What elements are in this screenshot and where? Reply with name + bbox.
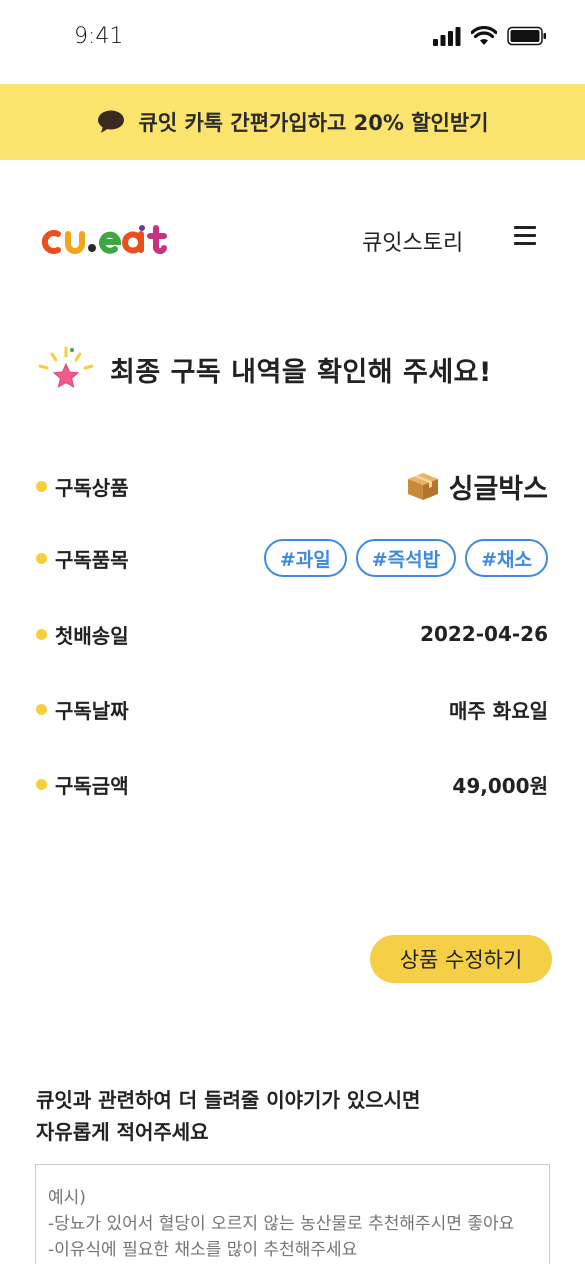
price-value: 49,000원 — [452, 773, 548, 798]
status-icons — [433, 26, 547, 46]
detail-row-schedule: 구독날짜 매주 화요일 — [36, 689, 548, 729]
bullet-dot — [36, 703, 47, 715]
detail-row-items: 구독품목 #과일 #즉석밥 #채소 — [36, 538, 548, 578]
bullet-dot — [36, 480, 47, 492]
hamburger-menu-icon[interactable] — [514, 226, 536, 248]
price-label-text: 구독금액 — [55, 773, 129, 798]
first-delivery-value: 2022-04-26 — [420, 622, 548, 646]
feedback-title-line2: 자유롭게 적어주세요 — [36, 1120, 209, 1144]
detail-row-first-delivery: 첫배송일 2022-04-26 — [36, 614, 548, 654]
wifi-icon — [471, 26, 497, 45]
box-icon — [407, 473, 438, 500]
feedback-textarea[interactable] — [35, 1164, 550, 1264]
tag-instant-rice[interactable]: #즉석밥 — [355, 539, 457, 577]
chat-bubble-icon — [97, 110, 124, 133]
cueat-logo[interactable] — [38, 220, 188, 260]
bullet-dot — [36, 778, 47, 790]
page-title: 최종 구독 내역을 확인해 주세요! — [110, 356, 492, 388]
status-bar: 9:41 — [0, 0, 585, 84]
detail-label-price: 구독금액 — [36, 770, 129, 799]
feedback-title-line1: 큐잇과 관련하여 더 들려줄 이야기가 있으시면 — [36, 1088, 421, 1112]
detail-row-product: 구독상품 싱글박스 — [36, 466, 548, 506]
item-tags: #과일 #즉석밥 #채소 — [263, 539, 548, 577]
signal-icon — [433, 27, 461, 46]
detail-label-schedule: 구독날짜 — [36, 695, 129, 724]
edit-product-button[interactable]: 상품 수정하기 — [370, 935, 552, 983]
feedback-title: 큐잇과 관련하여 더 들려줄 이야기가 있으시면 자유롭게 적어주세요 — [36, 1084, 420, 1148]
product-value: 싱글박스 — [405, 467, 548, 506]
detail-label-product: 구독상품 — [36, 472, 129, 501]
nav-story-link[interactable]: 큐잇스토리 — [362, 225, 463, 257]
page-title-block: 최종 구독 내역을 확인해 주세요! — [34, 344, 492, 394]
status-time: 9:41 — [74, 24, 124, 49]
product-value-text: 싱글박스 — [448, 473, 548, 505]
site-header: 큐잇스토리 — [0, 200, 585, 280]
tag-vegetable[interactable]: #채소 — [465, 539, 548, 577]
battery-icon — [507, 26, 546, 46]
bullet-dot — [36, 552, 47, 564]
product-label-text: 구독상품 — [55, 475, 129, 500]
tag-fruit[interactable]: #과일 — [263, 539, 347, 577]
kakao-signup-banner[interactable]: 큐잇 카톡 간편가입하고 20% 할인받기 — [0, 84, 585, 160]
detail-row-price: 구독금액 49,000원 — [36, 764, 548, 804]
schedule-label-text: 구독날짜 — [55, 698, 129, 723]
bullet-dot — [36, 628, 47, 640]
items-label-text: 구독품목 — [55, 547, 129, 572]
banner-text: 큐잇 카톡 간편가입하고 20% 할인받기 — [138, 111, 489, 135]
sparkle-star-icon — [38, 346, 94, 389]
schedule-value: 매주 화요일 — [449, 698, 548, 723]
detail-label-first-delivery: 첫배송일 — [36, 620, 129, 649]
detail-label-items: 구독품목 — [36, 544, 129, 573]
first-delivery-label-text: 첫배송일 — [55, 623, 129, 648]
